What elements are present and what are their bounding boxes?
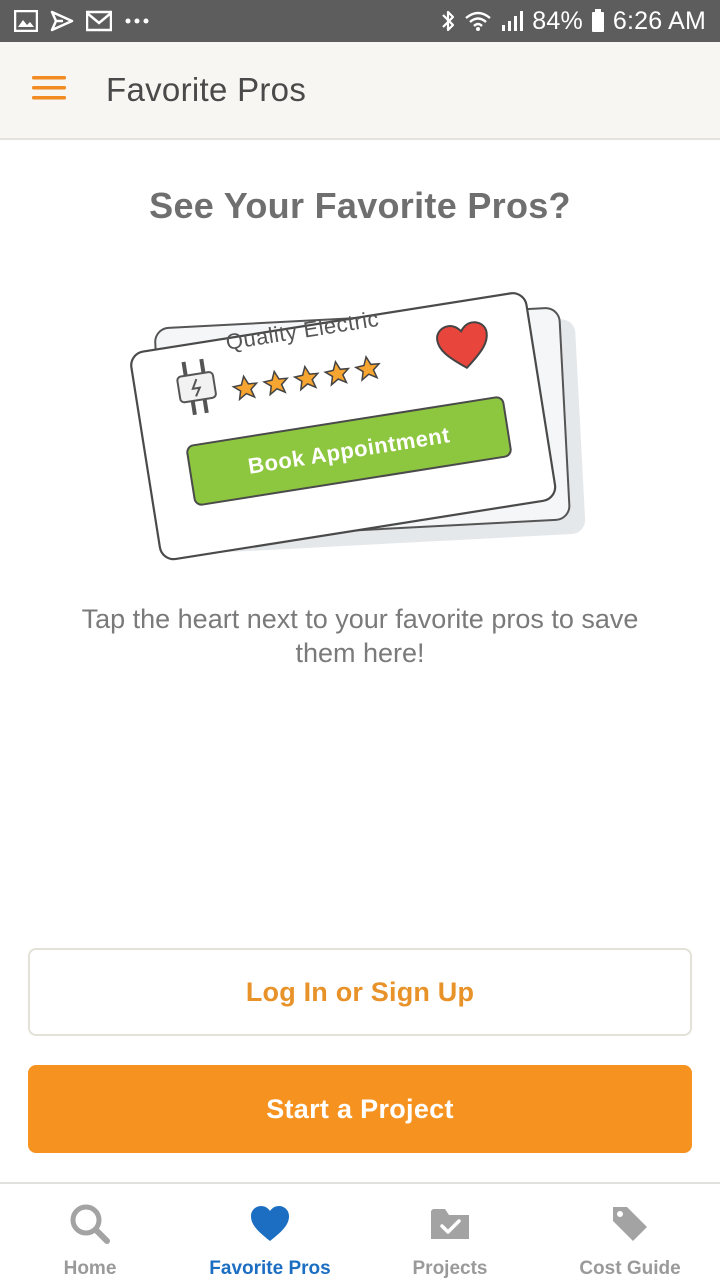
wifi-icon	[464, 10, 492, 32]
login-signup-button[interactable]: Log In or Sign Up	[28, 948, 692, 1036]
nav-item-cost-guide[interactable]: Cost Guide	[540, 1184, 720, 1280]
more-dots-icon	[124, 17, 150, 25]
nav-item-home[interactable]: Home	[0, 1184, 180, 1280]
send-icon	[50, 10, 74, 32]
status-left	[14, 10, 150, 32]
star-icon	[291, 362, 324, 399]
page-title: Favorite Pros	[106, 71, 307, 108]
app-bar: Favorite Pros	[0, 42, 720, 140]
nav-label-cost-guide: Cost Guide	[579, 1258, 681, 1279]
pro-card-illustration: Quality Electric Book Appointment	[130, 278, 590, 563]
nav-item-projects[interactable]: Projects	[360, 1184, 540, 1280]
nav-label-projects: Projects	[412, 1258, 488, 1279]
heart-icon	[248, 1202, 292, 1246]
image-icon	[14, 10, 38, 32]
heart-icon	[432, 318, 496, 381]
hamburger-menu-icon	[31, 75, 67, 106]
battery-percent: 84%	[532, 6, 583, 35]
clock: 6:26 AM	[612, 6, 706, 35]
nav-item-favorite-pros[interactable]: Favorite Pros	[180, 1184, 360, 1280]
star-icon	[260, 367, 293, 404]
status-bar: 84% 6:26 AM	[0, 0, 720, 42]
bottom-nav: Home Favorite Pros Projects Cost Guide	[0, 1182, 720, 1280]
gmail-icon	[86, 10, 112, 32]
star-icon	[352, 352, 385, 389]
nav-label-home: Home	[63, 1258, 117, 1279]
screen: 84% 6:26 AM Favorite Pros See Your Favor…	[0, 0, 720, 1280]
folder-check-icon	[428, 1202, 472, 1246]
nav-label-favorite-pros: Favorite Pros	[209, 1258, 331, 1279]
start-project-label: Start a Project	[266, 1093, 454, 1124]
start-project-button[interactable]: Start a Project	[28, 1065, 692, 1153]
login-signup-label: Log In or Sign Up	[245, 976, 475, 1007]
star-icon	[229, 372, 262, 409]
menu-button[interactable]	[0, 41, 98, 139]
bluetooth-icon	[440, 9, 456, 33]
battery-icon	[591, 9, 605, 33]
status-right: 84% 6:26 AM	[440, 7, 706, 36]
signal-icon	[500, 10, 524, 32]
main-heading: See Your Favorite Pros?	[149, 185, 571, 226]
instructions-text: Tap the heart next to your favorite pros…	[81, 604, 639, 668]
tag-icon	[608, 1202, 652, 1246]
search-icon	[68, 1202, 112, 1246]
star-icon	[321, 357, 354, 394]
